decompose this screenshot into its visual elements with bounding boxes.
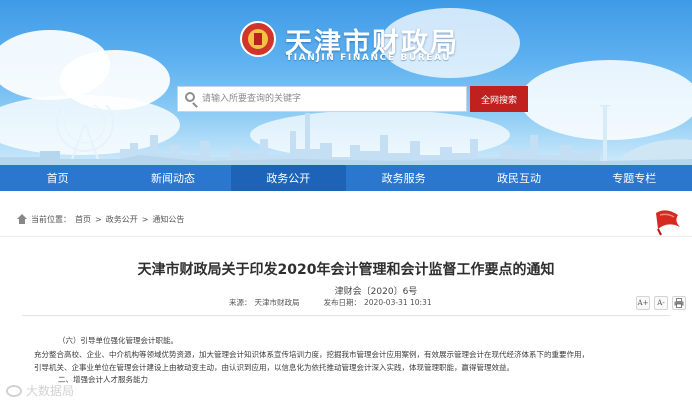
bureau-emblem-logo[interactable] xyxy=(240,21,276,57)
article-title: 天津市财政局关于印发2020年会计管理和会计监督工作要点的通知 xyxy=(137,262,555,278)
breadcrumb-government-affairs[interactable]: 政务公开 xyxy=(106,214,138,225)
article-paragraph: 引导机关、企事业单位在管理会计建设上由被动变主动，由认识到应用，以信息化为依托推… xyxy=(34,363,514,372)
article-paragraph: 充分整合高校、企业、中介机构等领域优势资源，加大管理会计知识体系宣传培训力度，挖… xyxy=(34,350,589,359)
breadcrumb-divider xyxy=(0,236,692,237)
nav-item-special-topics[interactable]: 专题专栏 xyxy=(577,165,692,191)
breadcrumb-separator: > xyxy=(141,214,149,224)
date-label: 发布日期： xyxy=(323,298,362,307)
watermark-text: 大数据局 xyxy=(26,384,75,398)
nav-item-news[interactable]: 新闻动态 xyxy=(115,165,230,191)
nav-item-services[interactable]: 政务服务 xyxy=(346,165,461,191)
emblem-core xyxy=(254,33,262,45)
breadcrumb-home[interactable]: 首页 xyxy=(75,214,91,225)
source-label: 来源： xyxy=(229,298,252,307)
font-larger-button[interactable]: A+ xyxy=(636,296,650,310)
search-input[interactable] xyxy=(200,88,460,110)
site-subtitle: TIANJIN FINANCE BUREAU xyxy=(286,53,452,63)
header-banner: 天津市财政局 TIANJIN FINANCE BUREAU 全网搜索 xyxy=(0,0,692,165)
search-box xyxy=(177,86,467,112)
breadcrumb-prefix: 当前位置： xyxy=(31,214,71,224)
breadcrumb-notices[interactable]: 通知公告 xyxy=(152,214,184,225)
print-icon xyxy=(674,298,684,308)
font-smaller-button[interactable]: A- xyxy=(654,296,668,310)
main-nav: 首页 新闻动态 政务公开 政务服务 政民互动 专题专栏 xyxy=(0,165,692,191)
breadcrumb-separator: > xyxy=(95,214,102,224)
source-value: 天津市财政局 xyxy=(254,298,300,307)
article-meta: 来源： 天津市财政局 发布日期： 2020-03-31 10:31 xyxy=(229,297,435,308)
breadcrumb: 当前位置： 首页 > 政务公开 > 通知公告 xyxy=(17,211,188,227)
article-divider xyxy=(22,315,670,316)
nav-item-home[interactable]: 首页 xyxy=(0,165,115,191)
watermark-logo-icon xyxy=(6,384,22,397)
red-flag-icon xyxy=(656,210,680,236)
watermark: 大数据局 xyxy=(6,382,74,399)
date-value: 2020-03-31 10:31 xyxy=(364,298,432,307)
article-paragraph: （六）引导单位强化管理会计职能。 xyxy=(58,336,178,345)
nav-item-interaction[interactable]: 政民互动 xyxy=(461,165,576,191)
print-button[interactable] xyxy=(672,296,686,310)
site-search-button[interactable]: 全网搜索 xyxy=(470,86,528,112)
emblem-inner xyxy=(248,29,268,49)
city-skyline-graphic xyxy=(0,105,692,165)
nav-item-government-affairs[interactable]: 政务公开 xyxy=(230,165,346,191)
document-number: 津财会〔2020〕6号 xyxy=(334,287,418,297)
location-home-icon xyxy=(17,214,27,224)
search-icon xyxy=(182,90,200,108)
article-tools: A+ A- xyxy=(636,296,686,310)
